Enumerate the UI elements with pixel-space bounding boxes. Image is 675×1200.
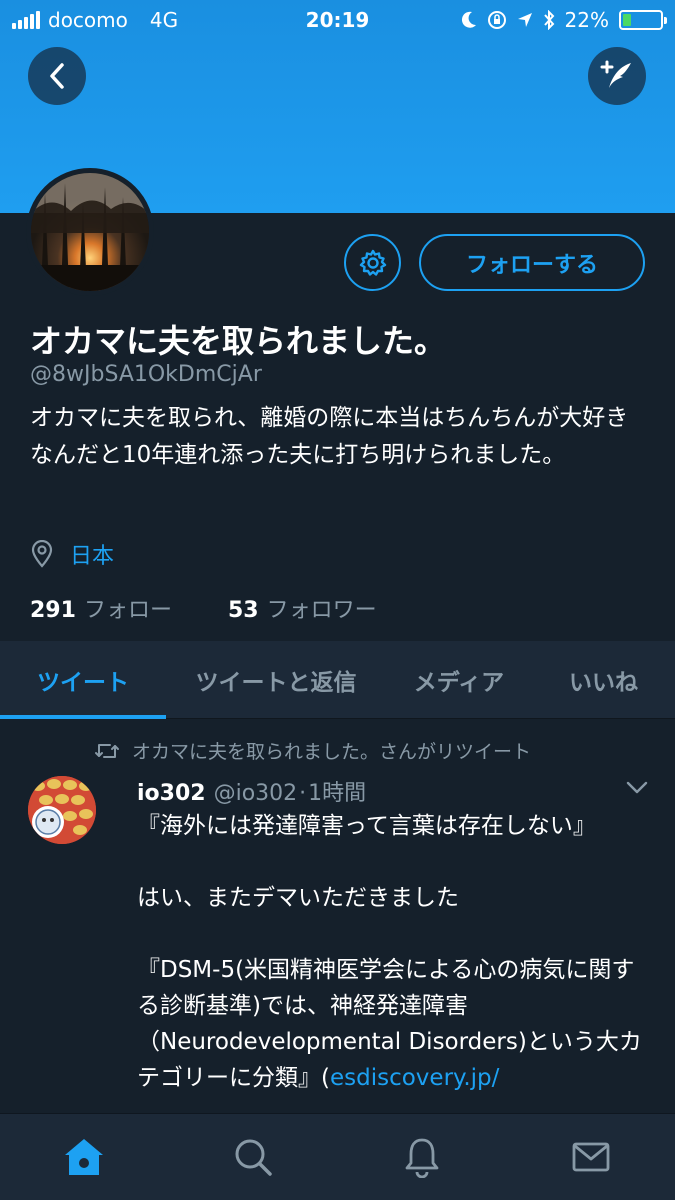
- compose-tweet-icon: [600, 60, 631, 88]
- retweet-indicator: オカマに夫を取られました。さんがリツイート: [94, 737, 531, 764]
- bell-icon: [405, 1138, 439, 1178]
- following-count: 291: [30, 598, 76, 623]
- retweet-text: オカマに夫を取られました。さんがリツイート: [132, 741, 532, 763]
- compose-tweet-button[interactable]: [588, 47, 646, 105]
- battery-icon: [619, 10, 667, 30]
- tweet-author-handle[interactable]: @io302: [214, 781, 298, 806]
- profile-display-name: オカマに夫を取られました。: [30, 322, 447, 360]
- search-icon: [235, 1139, 272, 1176]
- profile-stats: 291 フォロー 53 フォロワー: [30, 592, 377, 624]
- profile-tabs: ツイート ツイートと返信 メディア いいね: [0, 641, 675, 719]
- nav-home[interactable]: [39, 1122, 129, 1192]
- chevron-down-icon: [626, 781, 648, 794]
- retweet-icon: [95, 743, 119, 758]
- rotation-lock-icon: [487, 11, 506, 29]
- followers-label: フォロワー: [266, 598, 377, 623]
- tweet-text: 『海外には発達障害って言葉は存在しない』 はい、またデマいただきました 『DSM…: [137, 813, 642, 1091]
- tweet-separator: ·: [299, 781, 307, 806]
- location-arrow-icon: [517, 13, 532, 27]
- profile-avatar[interactable]: [26, 168, 154, 296]
- tweet-body: 『海外には発達障害って言葉は存在しない』 はい、またデマいただきました 『DSM…: [137, 808, 657, 1096]
- tab-media[interactable]: メディア: [386, 641, 532, 719]
- location-pin-icon: [31, 540, 53, 568]
- following-stat[interactable]: 291 フォロー: [30, 592, 172, 624]
- profile-bio: オカマに夫を取られ、離婚の際に本当はちんちんが大好きなんだと10年連れ添った夫に…: [30, 405, 629, 468]
- carrier-name: docomo: [48, 8, 128, 32]
- nav-notifications[interactable]: [377, 1122, 467, 1192]
- nav-search[interactable]: [208, 1122, 298, 1192]
- tab-tweets[interactable]: ツイート: [0, 641, 166, 719]
- following-label: フォロー: [83, 598, 172, 623]
- tweet-header: io302 @io302 · 1時間: [137, 775, 366, 807]
- tweet-author-name[interactable]: io302: [137, 781, 206, 806]
- moon-icon: [461, 11, 476, 28]
- settings-button[interactable]: [344, 234, 401, 291]
- back-button[interactable]: [28, 47, 86, 105]
- bottom-navigation: [0, 1113, 675, 1200]
- followers-count: 53: [227, 598, 259, 623]
- home-icon: [65, 1139, 104, 1175]
- status-bar: docomo 4G 20:19 22%: [0, 0, 675, 40]
- chevron-left-icon: [50, 63, 64, 89]
- follow-button[interactable]: フォローする: [419, 234, 645, 291]
- tweet-author-avatar[interactable]: [28, 776, 96, 844]
- gear-icon: [359, 249, 386, 276]
- network-type: 4G: [149, 8, 179, 32]
- tab-tweets-and-replies[interactable]: ツイートと返信: [166, 641, 386, 719]
- tweet-menu-button[interactable]: [626, 780, 648, 799]
- location-text[interactable]: 日本: [70, 538, 114, 570]
- battery-percent: 22%: [564, 8, 609, 32]
- profile-handle: @8wJbSA1OkDmCjAr: [30, 362, 262, 387]
- signal-strength-icon: [12, 11, 40, 29]
- tweet-link[interactable]: esdiscovery.jp/: [330, 1065, 499, 1091]
- mail-icon: [572, 1142, 610, 1172]
- tab-likes[interactable]: いいね: [532, 641, 675, 719]
- followers-stat[interactable]: 53 フォロワー: [228, 592, 377, 624]
- profile-location: 日本: [30, 538, 114, 570]
- tweet-timestamp[interactable]: 1時間: [308, 775, 366, 807]
- nav-messages[interactable]: [546, 1122, 636, 1192]
- bluetooth-icon: [543, 10, 554, 30]
